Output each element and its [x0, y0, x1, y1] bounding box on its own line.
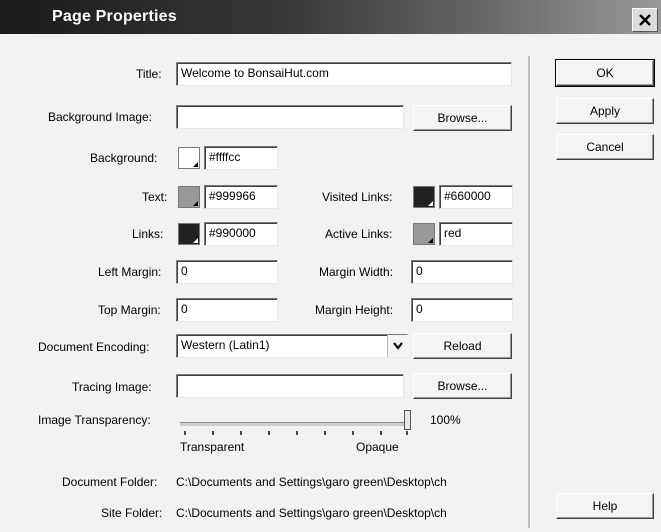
- transparency-percent: 100%: [430, 413, 461, 427]
- vertical-separator: [528, 56, 531, 528]
- top-margin-input[interactable]: 0: [176, 298, 278, 322]
- slider-tick: [380, 431, 382, 435]
- margin-width-label: Margin Width:: [319, 265, 394, 279]
- active-links-label: Active Links:: [325, 227, 393, 241]
- slider-tick: [268, 431, 270, 435]
- encoding-dropdown-button[interactable]: [387, 335, 408, 357]
- close-button[interactable]: [632, 8, 658, 32]
- tracing-image-input[interactable]: [176, 374, 404, 398]
- ok-button[interactable]: OK: [555, 59, 655, 87]
- slider-tick: [184, 431, 186, 435]
- title-label: Title:: [136, 67, 162, 81]
- chevron-down-icon: [393, 342, 403, 350]
- transparent-label: Transparent: [180, 440, 245, 454]
- visited-links-swatch[interactable]: [413, 186, 435, 208]
- transparency-slider-track[interactable]: [180, 422, 410, 426]
- links-color-input[interactable]: #990000: [204, 222, 278, 246]
- background-color-input[interactable]: #ffffcc: [204, 146, 278, 170]
- links-color-swatch[interactable]: [178, 223, 200, 245]
- apply-button[interactable]: Apply: [556, 98, 654, 124]
- reload-button[interactable]: Reload: [413, 333, 512, 359]
- margin-height-label: Margin Height:: [315, 303, 394, 317]
- encoding-label: Document Encoding:: [38, 340, 150, 354]
- transparency-slider-thumb[interactable]: [404, 410, 411, 430]
- cancel-button[interactable]: Cancel: [556, 134, 654, 160]
- slider-tick: [296, 431, 298, 435]
- bg-image-input[interactable]: [176, 105, 404, 129]
- left-margin-input[interactable]: 0: [176, 260, 278, 284]
- document-folder-label: Document Folder:: [62, 475, 158, 489]
- tracing-image-label: Tracing Image:: [72, 380, 152, 394]
- text-color-swatch[interactable]: [178, 186, 200, 208]
- dialog-title: Page Properties: [52, 8, 177, 25]
- transparency-label: Image Transparency:: [38, 413, 151, 427]
- help-button[interactable]: Help: [556, 493, 654, 519]
- bg-image-label: Background Image:: [48, 110, 153, 124]
- slider-tick: [406, 431, 408, 435]
- active-links-input[interactable]: red: [439, 222, 513, 246]
- dialog-body: Title: Welcome to BonsaiHut.com Backgrou…: [0, 34, 661, 532]
- encoding-select[interactable]: Western (Latin1): [176, 334, 408, 358]
- top-margin-label: Top Margin:: [98, 303, 161, 317]
- browse-bg-button[interactable]: Browse...: [413, 105, 512, 131]
- visited-links-input[interactable]: #660000: [439, 185, 513, 209]
- text-color-label: Text:: [142, 190, 168, 204]
- encoding-value: Western (Latin1): [181, 338, 270, 352]
- text-color-input[interactable]: #999966: [204, 185, 278, 209]
- slider-tick: [240, 431, 242, 435]
- visited-links-label: Visited Links:: [322, 190, 393, 204]
- slider-tick: [352, 431, 354, 435]
- margin-height-input[interactable]: 0: [411, 298, 513, 322]
- links-color-label: Links:: [132, 227, 164, 241]
- title-input[interactable]: Welcome to BonsaiHut.com: [176, 62, 512, 86]
- site-folder-path: C:\Documents and Settings\garo green\Des…: [176, 506, 447, 520]
- left-margin-label: Left Margin:: [98, 265, 162, 279]
- slider-tick: [212, 431, 214, 435]
- browse-tracing-button[interactable]: Browse...: [413, 373, 512, 399]
- background-label: Background:: [90, 151, 158, 165]
- document-folder-path: C:\Documents and Settings\garo green\Des…: [176, 475, 447, 489]
- slider-tick: [324, 431, 326, 435]
- background-color-swatch[interactable]: [178, 147, 200, 169]
- margin-width-input[interactable]: 0: [411, 260, 513, 284]
- active-links-swatch[interactable]: [413, 223, 435, 245]
- title-bar: Page Properties: [0, 0, 661, 34]
- close-icon: [639, 14, 651, 26]
- opaque-label: Opaque: [356, 440, 399, 454]
- site-folder-label: Site Folder:: [101, 506, 163, 520]
